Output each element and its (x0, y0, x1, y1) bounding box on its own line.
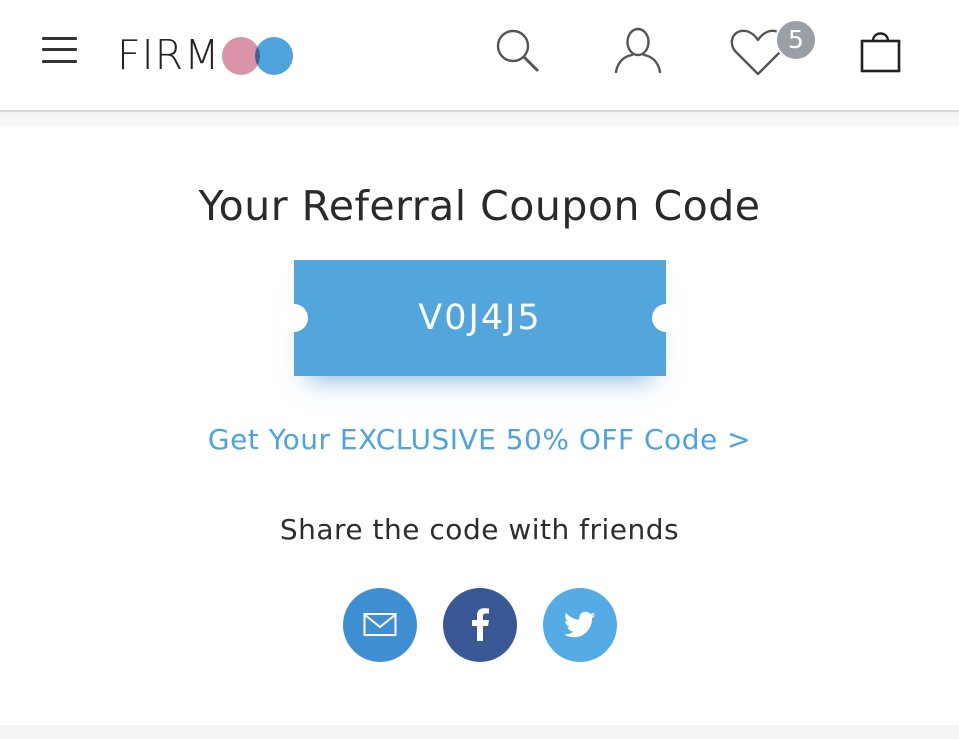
firmoo-logo[interactable]: FIRM (117, 30, 296, 80)
share-email-button[interactable] (343, 588, 417, 662)
coupon-ticket[interactable]: V0J4J5 (280, 260, 680, 376)
logo-pink-circle (221, 37, 260, 75)
site-header: FIRM 5 (0, 0, 959, 112)
mail-icon (363, 613, 397, 636)
share-twitter-button[interactable] (543, 588, 617, 662)
logo-blue-circle (254, 37, 293, 75)
search-icon (496, 29, 539, 72)
coupon-code[interactable]: V0J4J5 (294, 260, 666, 376)
search-button[interactable] (490, 24, 546, 80)
user-icon (614, 27, 662, 74)
cart-button[interactable] (853, 24, 909, 80)
page-title: Your Referral Coupon Code (198, 182, 761, 230)
twitter-icon (564, 611, 596, 638)
wishlist-count-badge: 5 (775, 19, 817, 61)
share-facebook-button[interactable] (443, 588, 517, 662)
menu-bar (42, 60, 77, 63)
logo-circles-icon (221, 34, 296, 76)
account-button[interactable] (610, 24, 666, 80)
shopping-bag-icon (860, 32, 901, 73)
logo-text: FIRM (117, 31, 221, 79)
footer-band (0, 725, 959, 739)
menu-bar (42, 48, 77, 51)
menu-button[interactable] (40, 33, 78, 67)
exclusive-offer-link[interactable]: Get Your EXCLUSIVE 50% OFF Code > (0, 420, 959, 460)
menu-bar (42, 37, 77, 40)
facebook-icon (472, 608, 489, 641)
share-heading: Share the code with friends (279, 513, 680, 546)
header-shadow-band (0, 112, 959, 127)
